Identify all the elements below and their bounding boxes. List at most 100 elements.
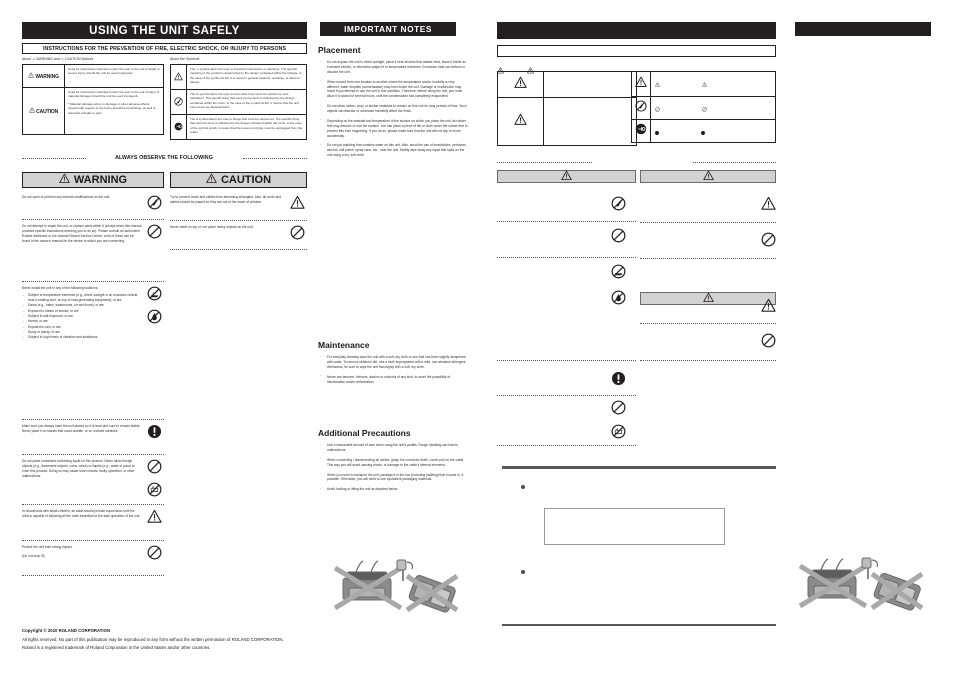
prohibited-icon (761, 232, 776, 252)
warning-item-line2: (Do not drop it!) (22, 553, 45, 558)
caution-item-text: Never climb on top of, nor place heavy o… (170, 225, 254, 229)
unplug-plug-icon (635, 122, 647, 139)
right-do-not-lift-illustration (790, 556, 930, 623)
placement-item: Do not put anything that contains water … (318, 143, 468, 158)
right-page-title-bar (497, 22, 776, 39)
warning-item-icons (142, 459, 164, 502)
warning-triangle-icon (561, 168, 572, 186)
unplug-plug-icon (174, 118, 183, 136)
right-caution-key-cell (497, 97, 544, 146)
copyright-line: Copyright © 2010 ROLAND CORPORATION (22, 628, 111, 633)
warning-key-label: WARNING (35, 74, 59, 80)
caution-panel-title: CAUTION (220, 174, 272, 186)
symbol-cell-mandatory (170, 114, 187, 140)
prohibited-icon (761, 333, 776, 353)
warning-item-icons (142, 509, 164, 529)
item-divider (22, 419, 164, 420)
warning-location-item: Subject to temperature extremes (e.g., d… (22, 293, 142, 303)
page-title-using-unit-safely: USING THE UNIT SAFELY (22, 22, 307, 39)
right-item-divider (497, 360, 636, 361)
warning-item: Protect the unit from strong impact. (Do… (22, 545, 164, 565)
heading-placement: Placement (318, 45, 361, 55)
warning-triangle-icon (702, 74, 708, 92)
warning-triangle-icon (28, 107, 35, 115)
warning-triangle-icon (174, 68, 183, 86)
warning-triangle-icon (702, 290, 714, 308)
right-divider-left (497, 162, 592, 163)
caution-item-icons (285, 195, 307, 215)
placement-list: Do not expose the unit to direct sunligh… (318, 60, 468, 163)
warning-item-line1: Protect the unit from strong impact. (22, 545, 73, 549)
maintenance-item: For everyday cleaning wipe the unit with… (318, 355, 468, 370)
notice-definition-table: WARNING Used for instructions intended t… (22, 64, 164, 135)
warning-item-icons (142, 224, 164, 244)
right-item-divider (640, 258, 776, 259)
warning-location-list: Subject to temperature extremes (e.g., d… (22, 293, 142, 340)
warning-location-item: Damp (e.g., baths, washrooms, on wet flo… (22, 303, 142, 308)
right-item-divider (497, 395, 636, 396)
warning-panel-title: WARNING (73, 174, 128, 186)
no-disassemble-icon (635, 99, 647, 116)
prohibited-icon (147, 224, 162, 244)
caution-key-label: CAUTION (36, 109, 59, 115)
right-warning-desc-cell (543, 71, 637, 98)
warning-triangle-icon (147, 509, 162, 529)
warning-triangle-icon (702, 168, 714, 186)
exclamation-filled-icon (611, 371, 626, 391)
symbol-definition-table: The ⚠ symbol alerts the user to importan… (170, 64, 307, 140)
caution-key-cell: CAUTION (22, 87, 65, 135)
rights-line-1: All rights reserved. No part of this pub… (22, 637, 284, 642)
right-symbol-cell-mandatory (631, 119, 651, 143)
item-divider (22, 504, 164, 505)
right-item-divider (497, 221, 636, 222)
filled-dot-icon (655, 131, 659, 135)
no-liquid-icon (611, 424, 626, 444)
no-liquid-icon (147, 482, 162, 502)
warning-item-text: Do not open or perform any internal modi… (22, 195, 111, 199)
right-note-box (544, 508, 725, 545)
symbol-prohibited-desc: The ⊘ symbol alerts the user to items th… (186, 89, 307, 115)
additional-precaution-item: Use a reasonable amount of care when usi… (318, 443, 468, 453)
right-item-divider (640, 222, 776, 223)
warning-item-text: Make sure you always have the unit place… (22, 424, 141, 433)
warning-location-item: Exposed to rain; or are (22, 325, 142, 330)
warning-item-text: Protect the unit from strong impact. (Do… (22, 545, 142, 559)
right-warning-panel-header (497, 170, 636, 183)
caution-definition-text: Used for instructions intended to alert … (68, 90, 160, 99)
right-symbol-mandatory-desc (650, 119, 776, 143)
additional-precaution-item: When you need to transport the unit, pac… (318, 472, 468, 483)
filled-dot-icon (701, 131, 706, 135)
no-water-icon (611, 290, 626, 310)
divider-left (22, 158, 86, 159)
item-divider (22, 281, 164, 282)
placement-item: Do not expose the unit to direct sunligh… (318, 60, 468, 75)
right-symbol-prohibited-desc (650, 96, 776, 120)
about-symbols-label: About the Symbols (170, 57, 200, 61)
right-item-divider (497, 445, 636, 446)
bullet-dot-icon (521, 570, 525, 574)
warning-key-cell: WARNING (22, 64, 65, 88)
heading-additional-precautions: Additional Precautions (318, 428, 411, 438)
bullet-dot-icon (521, 485, 525, 489)
warning-item-text: Never install the unit in any of the fol… (22, 286, 142, 341)
warning-item-text: Do not place containers containing liqui… (22, 459, 135, 478)
warning-item-icons (142, 195, 164, 215)
warning-item-icons (142, 424, 164, 444)
warning-item: Do not place containers containing liqui… (22, 459, 164, 502)
right-warning-key-cell (497, 71, 544, 98)
item-divider (22, 454, 164, 455)
maintenance-item: Never use benzine, thinners, alcohol or … (318, 374, 468, 385)
item-divider (22, 575, 164, 576)
warning-item: Do not attempt to repair the unit, or re… (22, 224, 164, 244)
warning-item: Never install the unit in any of the fol… (22, 286, 164, 341)
caution-item-text: Try to prevent cords and cables from bec… (170, 195, 282, 204)
caution-panel-header: CAUTION (170, 172, 307, 188)
right-notes-rule-bottom (502, 624, 776, 626)
warning-location-item: Dusty or sandy; or are (22, 330, 142, 335)
warning-item: Make sure you always have the unit place… (22, 424, 164, 444)
do-not-lift-illustration (325, 558, 465, 625)
about-notices-label: About ⚠ WARNING and ⚠ CAUTION Notices (22, 57, 94, 61)
prohibited-icon (655, 99, 660, 117)
item-divider (170, 249, 307, 250)
warning-item-text: Do not attempt to repair the unit, or re… (22, 224, 142, 243)
